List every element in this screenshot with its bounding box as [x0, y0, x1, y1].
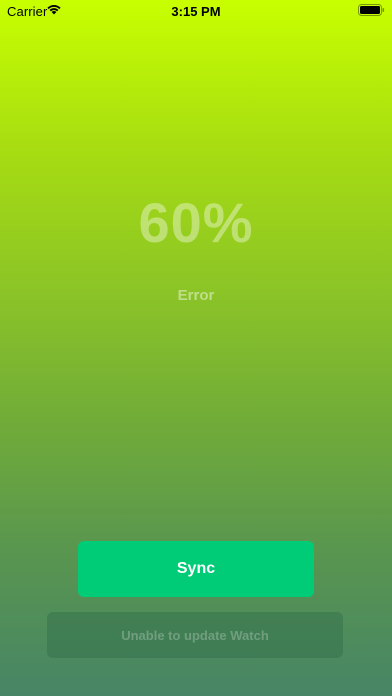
- sync-status-label: Error: [177, 287, 215, 304]
- sync-button[interactable]: Sync: [78, 541, 314, 597]
- app-screen: Carrier 3:15 PM 60% Error Sync Unable to…: [0, 0, 392, 696]
- status-bar: Carrier 3:15 PM: [0, 0, 392, 22]
- status-time: 3:15 PM: [171, 4, 221, 19]
- update-watch-button[interactable]: Unable to update Watch: [47, 612, 343, 658]
- battery-percentage: 60%: [138, 191, 254, 254]
- battery-icon: [358, 4, 385, 16]
